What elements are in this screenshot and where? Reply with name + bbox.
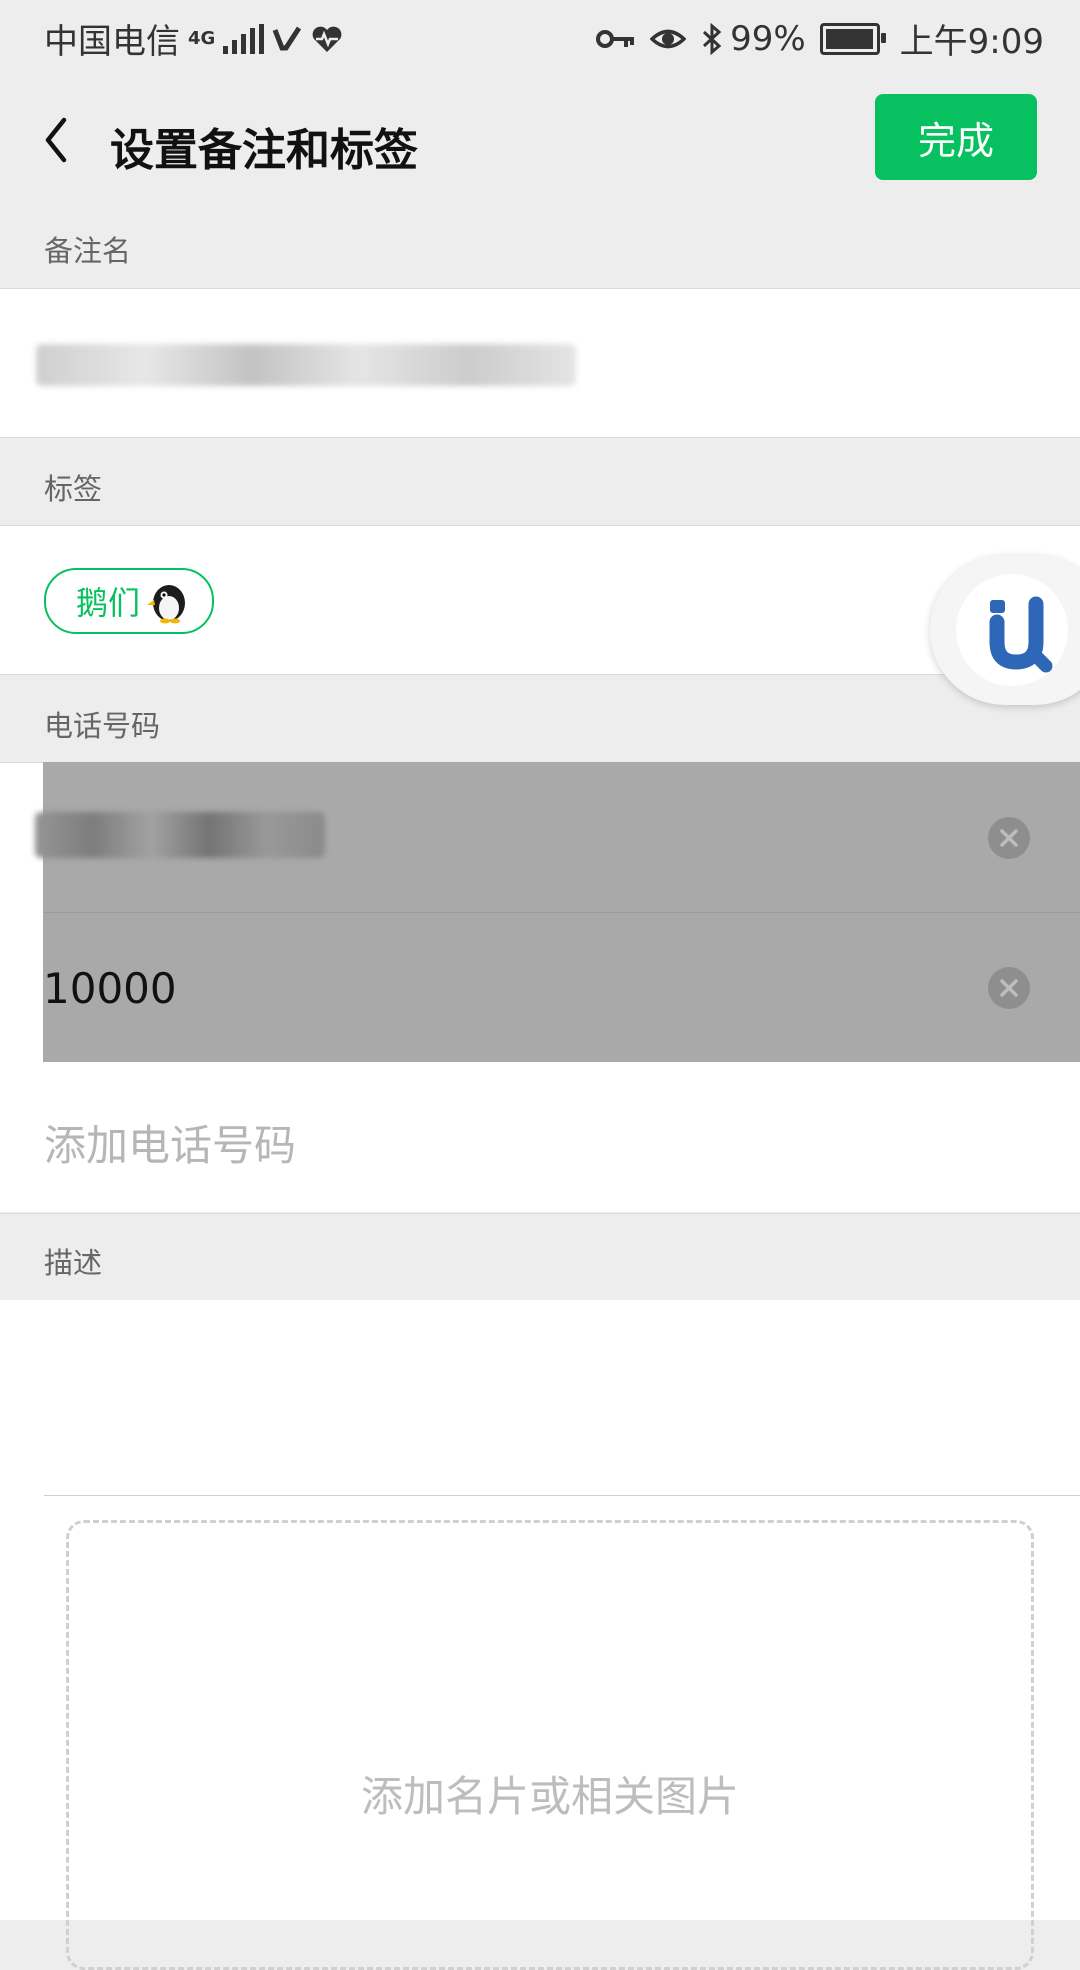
chevron-left-icon <box>45 117 67 163</box>
battery-percent: 99% <box>730 18 806 59</box>
signal-icon <box>223 23 265 54</box>
tag-chip-label: 鹅们 <box>76 584 141 622</box>
tag-section-label: 标签 <box>44 472 103 506</box>
page-title: 设置备注和标签 <box>110 125 418 176</box>
remark-section-label: 备注名 <box>44 234 132 268</box>
remark-name-field[interactable] <box>0 288 1080 438</box>
floating-assistant-button[interactable] <box>930 555 1080 705</box>
divider <box>0 437 1080 438</box>
phone-section-label: 电话号码 <box>44 709 161 743</box>
clock: 上午9:09 <box>899 22 1044 62</box>
tag-chip[interactable]: 鹅们 <box>44 568 215 634</box>
carrier-label: 中国电信 <box>44 22 180 62</box>
redacted-remark-name <box>36 344 576 386</box>
top-bar: 设置备注和标签 完成 <box>0 74 1080 204</box>
add-image-label: 添加名片或相关图片 <box>360 1772 739 1821</box>
heart-rate-icon <box>312 26 342 52</box>
key-icon <box>596 29 635 48</box>
eye-icon <box>650 29 687 48</box>
phone-row[interactable] <box>35 762 1080 912</box>
description-panel: 添加名片或相关图片 <box>0 1300 1080 1970</box>
redacted-phone-number <box>35 812 325 858</box>
penguin-emoji-icon <box>147 585 186 624</box>
network-type-label: 4G <box>188 27 216 49</box>
bluetooth-icon <box>703 22 722 55</box>
phone-list: 10000 <box>35 762 1080 1062</box>
done-button[interactable]: 完成 <box>875 94 1037 180</box>
phone-number-value: 10000 <box>43 964 177 1013</box>
status-right: 99% 上午9:09 <box>596 14 1044 63</box>
clear-icon[interactable] <box>988 817 1030 859</box>
v-badge-icon <box>272 26 302 50</box>
divider <box>0 525 1080 526</box>
description-input[interactable] <box>44 1300 1080 1496</box>
divider <box>0 674 1080 675</box>
divider <box>0 288 1080 289</box>
back-button[interactable] <box>38 110 98 170</box>
divider <box>0 1213 1080 1214</box>
status-left: 中国电信 4G <box>44 14 344 63</box>
phone-row[interactable]: 10000 <box>43 912 1080 1062</box>
add-phone-button[interactable]: 添加电话号码 <box>44 1112 296 1173</box>
assistant-u-icon <box>956 574 1068 686</box>
add-image-box[interactable]: 添加名片或相关图片 <box>66 1520 1034 1970</box>
battery-icon <box>819 22 886 55</box>
status-bar: 中国电信 4G 99% 上午9:09 <box>0 0 1080 74</box>
description-section-label: 描述 <box>44 1246 103 1280</box>
clear-icon[interactable] <box>988 967 1030 1009</box>
